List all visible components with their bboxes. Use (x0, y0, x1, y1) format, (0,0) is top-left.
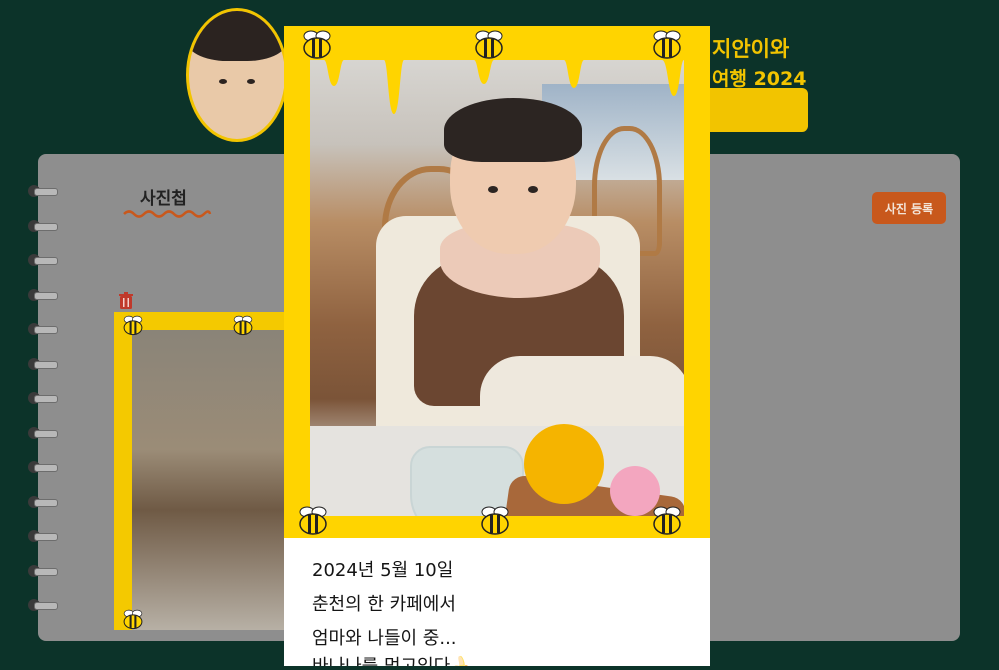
bee-icon (481, 506, 509, 535)
binder-ring (28, 392, 58, 404)
header-action-button[interactable] (700, 88, 808, 132)
bee-icon (653, 30, 681, 59)
album-title: 사진첩 (140, 189, 187, 209)
profile-avatar (186, 8, 288, 142)
caption-line-eating: 바나나를 먹고있다🍌 (312, 652, 473, 666)
page-title-line2: 여행 2024 (712, 68, 807, 90)
bee-icon (475, 30, 503, 59)
register-photo-button[interactable]: 사진 등록 (872, 192, 946, 224)
binder-ring (28, 219, 58, 232)
binder-ring (28, 288, 58, 301)
bee-icon (653, 506, 681, 535)
bee-icon (123, 609, 143, 630)
bee-icon (303, 30, 331, 59)
binder-ring (28, 357, 58, 370)
bee-icon (299, 506, 327, 535)
bee-icon (233, 315, 253, 336)
pooh-sticker (524, 424, 604, 504)
binder-ring (28, 461, 58, 473)
caption-line-place: 춘천의 한 카페에서 (312, 594, 456, 615)
title-underline-squiggle (123, 210, 212, 218)
binder-ring (28, 530, 58, 542)
caption-line-date: 2024년 5월 10일 (312, 560, 454, 581)
bee-icon (123, 315, 143, 336)
binder-ring (28, 254, 58, 266)
page-title-line1: 지안이와 (712, 37, 790, 61)
binder-ring (28, 495, 58, 508)
binder-ring (28, 599, 58, 611)
photo-detail-card: 2024년 5월 10일 춘천의 한 카페에서 엄마와 나들이 중... 바나나… (284, 26, 710, 666)
photo-image (310, 56, 684, 546)
binder-ring (28, 323, 58, 335)
photo-thumbnail[interactable] (114, 312, 290, 630)
caption-area: 2024년 5월 10일 춘천의 한 카페에서 엄마와 나들이 중... 바나나… (284, 538, 710, 666)
caption-line-activity: 엄마와 나들이 중... (312, 628, 457, 649)
trash-icon[interactable] (118, 292, 134, 310)
binder-ring (28, 185, 58, 197)
binder-ring (28, 426, 58, 439)
binder-ring (28, 564, 58, 577)
